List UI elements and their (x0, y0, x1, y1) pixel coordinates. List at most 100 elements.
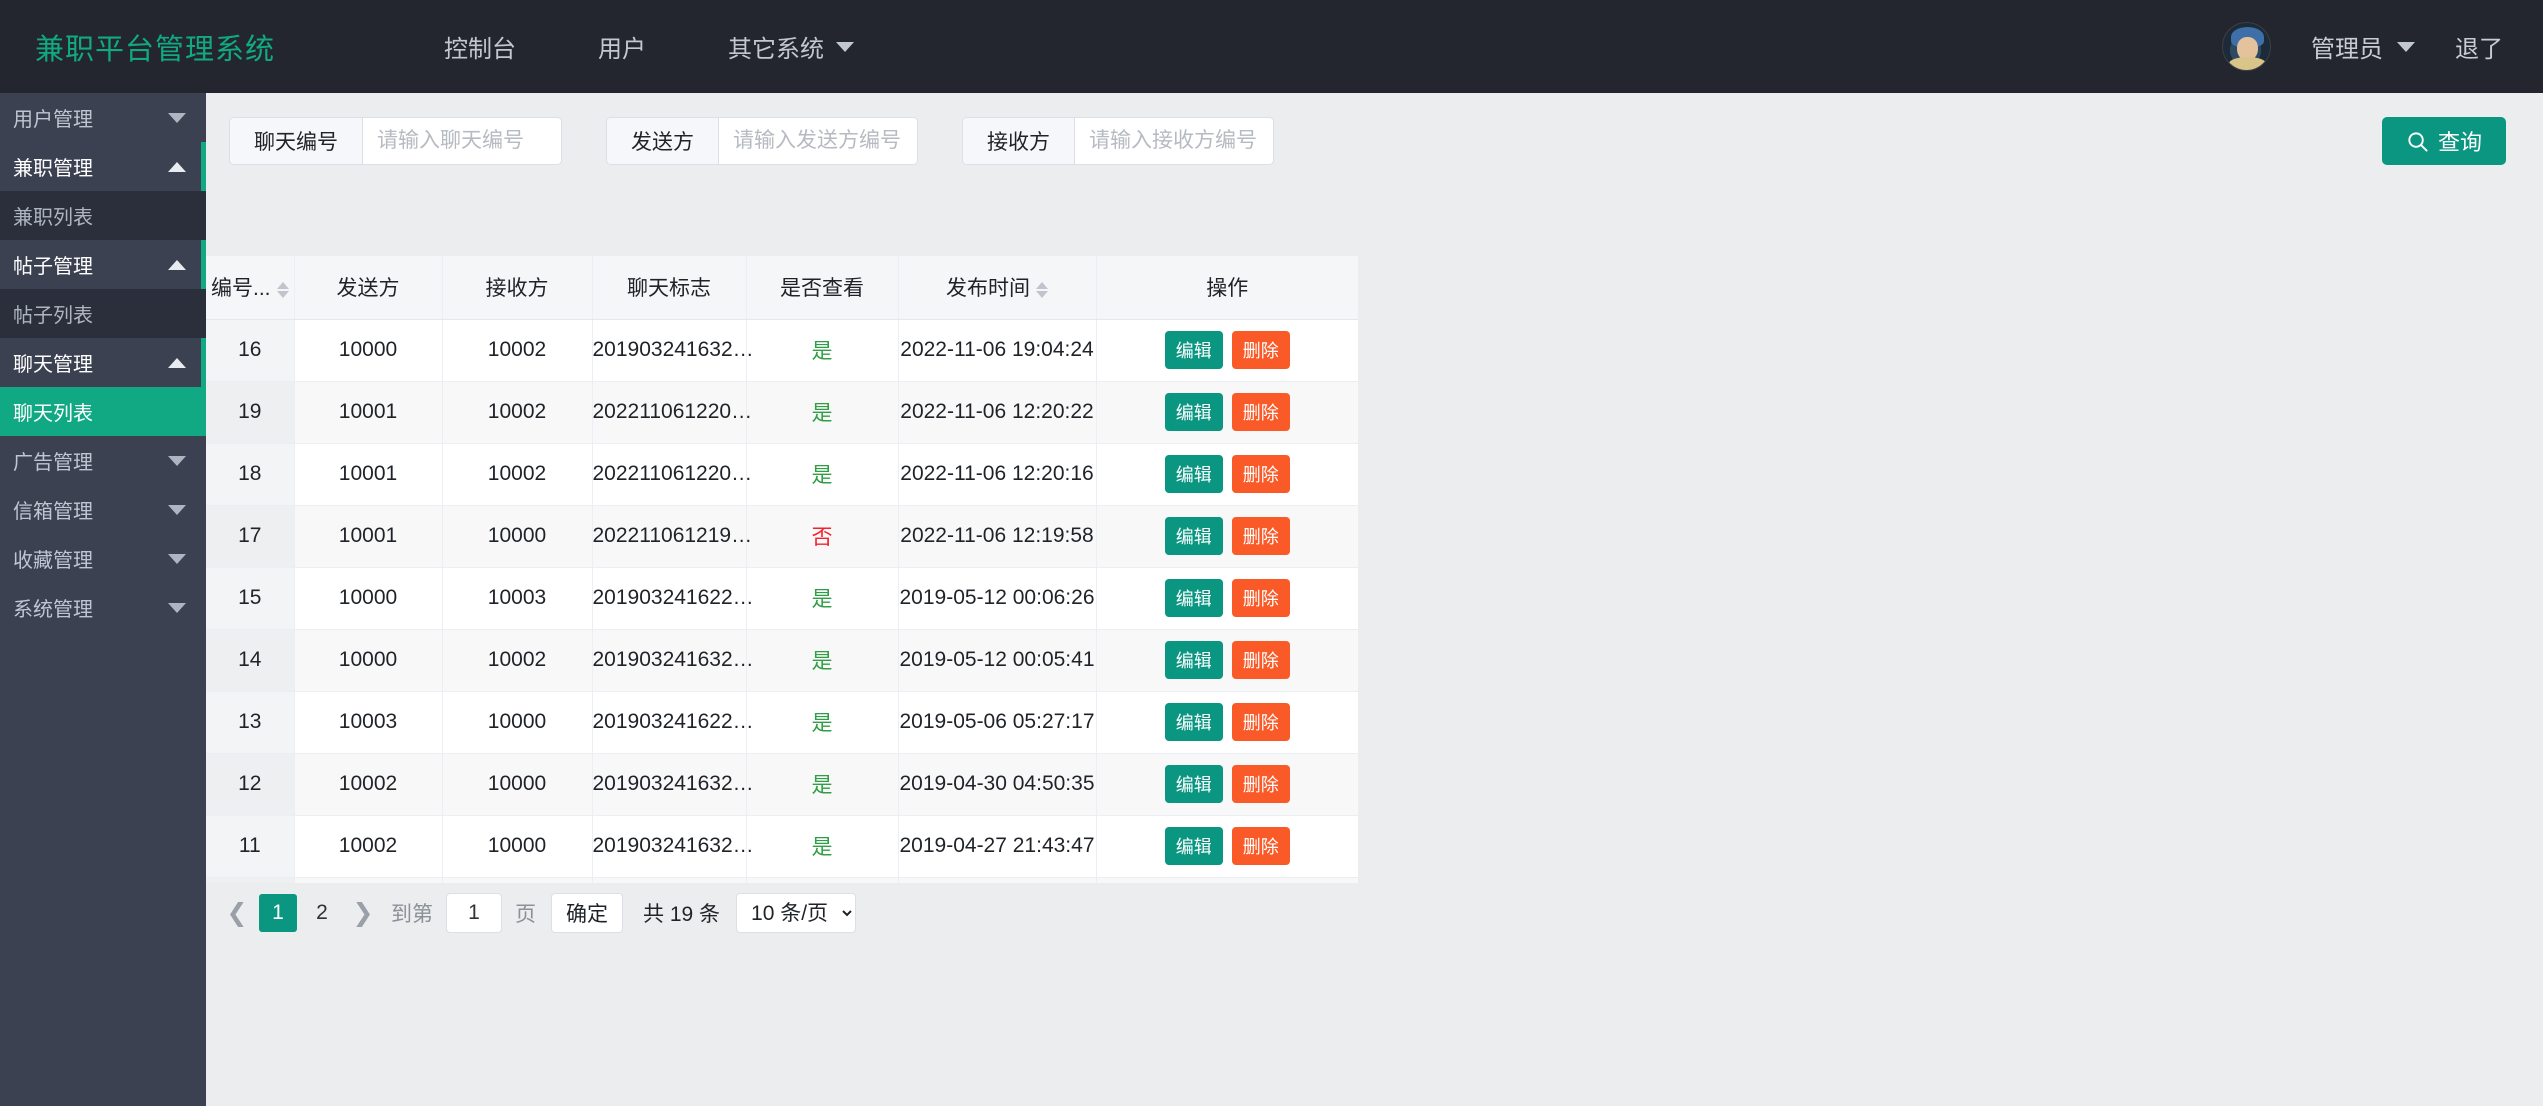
column-header-chat-flag: 聊天标志 (592, 256, 747, 320)
page-jump-input[interactable] (446, 893, 502, 933)
delete-button[interactable]: 删除 (1231, 827, 1290, 865)
edit-button[interactable]: 编辑 (1164, 641, 1223, 679)
sidebar-item-label: 兼职管理 (13, 158, 93, 180)
delete-button[interactable]: 删除 (1231, 579, 1290, 617)
page-size-select[interactable]: 10 条/页 (736, 893, 857, 933)
cell-publish-time: 2019-05-06 05:27:17 (898, 691, 1097, 754)
cell-sender: 10003 (294, 691, 443, 754)
user-menu[interactable]: 管理员 (2311, 29, 2415, 64)
user-name-label: 管理员 (2311, 36, 2383, 63)
cell-viewed: 是 (746, 443, 899, 506)
column-label: 发送方 (336, 277, 400, 301)
chevron-right-icon[interactable]: ❯ (344, 894, 382, 932)
nav-item-other-systems[interactable]: 其它系统 (710, 29, 872, 64)
edit-button[interactable]: 编辑 (1164, 579, 1223, 617)
receiver-input[interactable] (1075, 118, 1273, 164)
cell-id: 11 (206, 815, 295, 878)
sidebar-item-ad-management[interactable]: 广告管理 (0, 436, 206, 485)
cell-sender: 10001 (294, 505, 443, 568)
cell-id: 17 (206, 505, 295, 568)
delete-button[interactable]: 删除 (1231, 765, 1290, 803)
cell-publish-time: 2022-11-06 12:20:16 (898, 443, 1097, 506)
nav-item-console[interactable]: 控制台 (426, 29, 534, 64)
page-button-1[interactable]: 1 (259, 894, 297, 932)
chevron-down-icon (836, 41, 854, 52)
chevron-left-icon[interactable]: ❮ (218, 894, 256, 932)
sidebar-item-user-management[interactable]: 用户管理 (0, 93, 206, 142)
sender-input[interactable] (719, 118, 917, 164)
column-header-publish-time[interactable]: 发布时间 (898, 256, 1097, 320)
avatar[interactable] (2222, 22, 2271, 71)
cell-sender: 10000 (294, 319, 443, 382)
cell-receiver: 10000 (442, 753, 593, 816)
edit-button[interactable]: 编辑 (1164, 765, 1223, 803)
sidebar-item-post-list[interactable]: 帖子列表 (0, 289, 206, 338)
edit-button[interactable]: 编辑 (1164, 517, 1223, 555)
sidebar-item-label: 帖子管理 (13, 256, 93, 278)
cell-actions: 编辑删除 (1096, 319, 1358, 382)
filter-label-receiver: 接收方 (963, 118, 1075, 164)
sidebar-item-chat-list[interactable]: 聊天列表 (0, 387, 206, 436)
logout-button[interactable]: 退了 (2455, 29, 2503, 64)
search-button[interactable]: 查询 (2381, 117, 2506, 165)
header-right-cluster: 管理员 退了 (2222, 22, 2503, 71)
column-header-id[interactable]: 编号... (206, 256, 295, 320)
cell-chat-flag: 201903241632… (592, 629, 754, 692)
sort-arrows-icon[interactable] (276, 281, 289, 298)
delete-button[interactable]: 删除 (1231, 703, 1290, 741)
sidebar-item-label: 用户管理 (13, 109, 93, 131)
jump-suffix-label: 页 (515, 903, 536, 926)
sidebar-item-label: 收藏管理 (13, 550, 93, 572)
brand-title: 兼职平台管理系统 (35, 33, 276, 66)
sidebar-item-post-management[interactable]: 帖子管理 (0, 240, 206, 289)
cell-viewed: 是 (746, 319, 899, 382)
sidebar-item-parttime-management[interactable]: 兼职管理 (0, 142, 206, 191)
delete-button[interactable]: 删除 (1231, 331, 1290, 369)
delete-button[interactable]: 删除 (1231, 641, 1290, 679)
column-header-sender: 发送方 (294, 256, 443, 320)
sidebar-item-favorites-management[interactable]: 收藏管理 (0, 534, 206, 583)
filter-receiver: 接收方 (962, 117, 1274, 165)
delete-button[interactable]: 删除 (1231, 455, 1290, 493)
chat-id-input[interactable] (363, 118, 561, 164)
delete-button[interactable]: 删除 (1231, 393, 1290, 431)
column-label: 操作 (1206, 277, 1249, 301)
nav-item-label: 用户 (598, 36, 646, 63)
sidebar-item-chat-management[interactable]: 聊天管理 (0, 338, 206, 387)
cell-sender: 10002 (294, 753, 443, 816)
main-content: 聊天编号 发送方 接收方 查询 (206, 93, 2543, 1106)
cell-publish-time: 2022-11-06 12:20:22 (898, 381, 1097, 444)
cell-id: 14 (206, 629, 295, 692)
edit-button[interactable]: 编辑 (1164, 393, 1223, 431)
chevron-down-icon (168, 112, 186, 123)
nav-item-user[interactable]: 用户 (580, 29, 664, 64)
cell-receiver: 10002 (442, 381, 593, 444)
search-button-label: 查询 (2437, 130, 2482, 155)
delete-button[interactable]: 删除 (1231, 517, 1290, 555)
sidebar-item-parttime-list[interactable]: 兼职列表 (0, 191, 206, 240)
cell-viewed: 是 (746, 381, 899, 444)
table-row: 11 10002 10000 201903241632… 是 2019-04-27 21:… (206, 815, 1358, 878)
edit-button[interactable]: 编辑 (1164, 455, 1223, 493)
edit-button[interactable]: 编辑 (1164, 827, 1223, 865)
sort-arrows-icon[interactable] (1036, 281, 1048, 298)
cell-actions: 编辑删除 (1096, 629, 1358, 692)
cell-sender: 10000 (294, 629, 443, 692)
table-region: 编号... 发送方 接收方 聊天标志 是否查看 发布时间 操作 16 10000 1… (206, 189, 2543, 1106)
nav-item-label: 控制台 (444, 36, 516, 63)
cell-chat-flag: 201903241622… (592, 691, 754, 754)
table-row: 14 10000 10002 201903241632… 是 2019-05-12 00:… (206, 629, 1358, 692)
table-header-row: 编号... 发送方 接收方 聊天标志 是否查看 发布时间 操作 (206, 256, 1358, 320)
sidebar-item-system-management[interactable]: 系统管理 (0, 583, 206, 632)
cell-sender: 10001 (294, 381, 443, 444)
confirm-button[interactable]: 确定 (551, 893, 623, 933)
cell-publish-time: 2019-05-12 00:06:26 (898, 567, 1097, 630)
edit-button[interactable]: 编辑 (1164, 703, 1223, 741)
edit-button[interactable]: 编辑 (1164, 331, 1223, 369)
page-button-2[interactable]: 2 (303, 894, 341, 932)
sidebar-item-mailbox-management[interactable]: 信箱管理 (0, 485, 206, 534)
cell-actions: 编辑删除 (1096, 381, 1358, 444)
cell-id: 15 (206, 567, 295, 630)
cell-id: 18 (206, 443, 295, 506)
cell-publish-time: 2019-05-12 00:05:41 (898, 629, 1097, 692)
